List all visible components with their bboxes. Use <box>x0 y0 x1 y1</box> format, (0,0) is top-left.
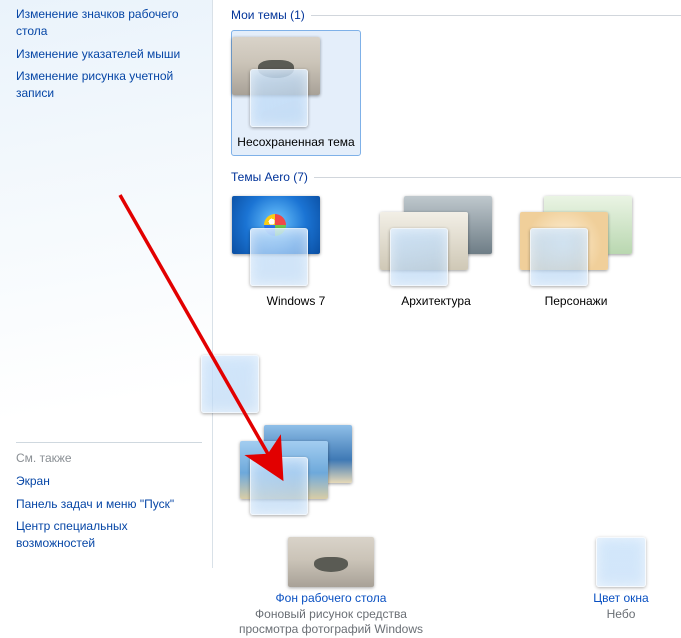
link-change-mouse-pointers[interactable]: Изменение указателей мыши <box>16 46 202 63</box>
see-also-label: См. также <box>16 451 202 465</box>
theme-windows7[interactable]: Windows 7 <box>231 192 361 308</box>
theme-label: Персонажи <box>511 294 641 308</box>
desktop-bg-thumb <box>288 537 374 587</box>
option-desktop-background[interactable]: Фон рабочего стола Фоновый рисунок средс… <box>231 537 431 638</box>
link-change-account-picture[interactable]: Изменение рисунка учетной записи <box>16 68 202 102</box>
link-taskbar-start-menu[interactable]: Панель задач и меню "Пуск" <box>16 496 202 513</box>
sidebar: Изменение значков рабочего стола Изменен… <box>0 0 213 568</box>
theme-label: Архитектура <box>371 294 501 308</box>
desktop-bg-desc: Фоновый рисунок средства просмотра фотог… <box>231 607 431 638</box>
theme-label: Несохраненная тема <box>234 135 358 149</box>
main-panel: Мои темы (1) Несохраненная тема Темы Aer… <box>213 0 681 568</box>
option-window-color[interactable]: Цвет окна Небо <box>561 537 681 638</box>
theme-characters[interactable]: Персонажи <box>511 192 641 308</box>
bottom-options: Фон рабочего стола Фоновый рисунок средс… <box>231 537 681 638</box>
sidebar-top-links: Изменение значков рабочего стола Изменен… <box>16 6 202 108</box>
theme-unsaved[interactable]: Несохраненная тема <box>231 30 361 156</box>
window-color-desc: Небо <box>561 607 681 623</box>
section-my-themes: Мои темы (1) Несохраненная тема <box>231 8 681 156</box>
sidebar-bottom: См. также Экран Панель задач и меню "Пус… <box>16 442 202 558</box>
link-change-desktop-icons[interactable]: Изменение значков рабочего стола <box>16 6 202 40</box>
section-title-my-themes: Мои темы (1) <box>231 8 305 22</box>
link-ease-of-access[interactable]: Центр специальных возможностей <box>16 518 202 552</box>
theme-architecture[interactable]: Архитектура <box>371 192 501 308</box>
section-aero-themes: Темы Aero (7) Windows 7 <box>231 170 681 522</box>
theme-label: Windows 7 <box>231 294 361 308</box>
theme-partial-right[interactable] <box>231 319 263 415</box>
section-title-aero: Темы Aero (7) <box>231 170 308 184</box>
desktop-bg-link: Фон рабочего стола <box>231 591 431 605</box>
window-color-swatch <box>596 537 646 587</box>
theme-landscapes[interactable] <box>231 421 361 523</box>
window-color-link: Цвет окна <box>561 591 681 605</box>
link-display[interactable]: Экран <box>16 473 202 490</box>
